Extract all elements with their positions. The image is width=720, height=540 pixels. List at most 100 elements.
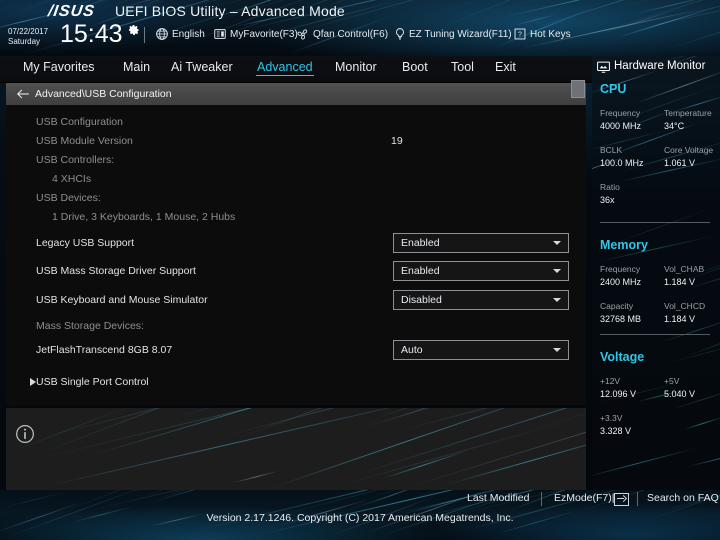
hw-reading-label: +5V bbox=[664, 376, 680, 386]
scrollbar-track[interactable] bbox=[571, 105, 584, 405]
title-bar: /ISUS UEFI BIOS Utility – Advanced Mode … bbox=[0, 0, 720, 56]
tab-tool[interactable]: Tool bbox=[450, 60, 475, 74]
hw-reading-value: 5.040 V bbox=[664, 389, 696, 399]
hw-reading-value: 3.328 V bbox=[600, 426, 632, 436]
hw-reading-value: 2400 MHz bbox=[600, 277, 642, 287]
qfan-control-button-label[interactable]: Qfan Control(F6) bbox=[313, 29, 388, 40]
hw-reading-label: Ratio bbox=[600, 182, 620, 192]
hw-reading-label: BCLK bbox=[600, 145, 623, 155]
footer-bar: Last Modified EzMode(F7)| Search on FAQ … bbox=[0, 490, 720, 540]
globe-icon[interactable] bbox=[155, 27, 169, 41]
setting-row[interactable]: JetFlashTranscend 8GB 8.07 Auto bbox=[6, 336, 586, 364]
tab-advanced[interactable]: Advanced bbox=[256, 60, 314, 76]
hw-reading-label: +3.3V bbox=[600, 413, 623, 423]
info-row: 1 Drive, 3 Keyboards, 1 Mouse, 2 Hubs bbox=[6, 203, 586, 231]
asus-logo: /ISUS bbox=[46, 3, 97, 20]
row-label: USB Single Port Control bbox=[36, 376, 149, 388]
row-label: USB Keyboard and Mouse Simulator bbox=[36, 294, 208, 306]
dropdown-value: Auto bbox=[401, 344, 423, 356]
ezmode-button[interactable]: EzMode(F7)| bbox=[554, 492, 615, 504]
question-box-icon[interactable]: ? bbox=[513, 27, 527, 41]
hw-reading-label: Temperature bbox=[664, 108, 712, 118]
hw-section-title: Voltage bbox=[600, 350, 645, 364]
back-arrow-icon[interactable] bbox=[16, 88, 30, 100]
hw-reading-value: 100.0 MHz bbox=[600, 158, 644, 168]
dropdown-value: Enabled bbox=[401, 265, 440, 277]
breadcrumb[interactable]: Advanced\USB Configuration bbox=[6, 83, 586, 105]
hw-reading-label: Frequency bbox=[600, 264, 641, 274]
settings-panel: USB Configuration USB Module Version 19 USB… bbox=[6, 105, 586, 405]
chevron-down-icon[interactable] bbox=[553, 241, 561, 245]
setting-row[interactable]: USB Keyboard and Mouse Simulator Disabled bbox=[6, 286, 586, 314]
info-decoration bbox=[6, 408, 586, 490]
hw-reading-value: 1.061 V bbox=[664, 158, 696, 168]
exit-arrow-icon[interactable] bbox=[614, 493, 629, 506]
footer-divider-2 bbox=[637, 492, 638, 506]
clock-display: 15:43 bbox=[60, 20, 123, 48]
tab-monitor[interactable]: Monitor bbox=[334, 60, 378, 74]
breadcrumb-path: Advanced\USB Configuration bbox=[35, 88, 172, 100]
hardware-monitor-panel: Hardware Monitor CPU Frequency 4000 MHz Tem… bbox=[592, 56, 720, 490]
chevron-down-icon[interactable] bbox=[553, 348, 561, 352]
monitor-icon bbox=[597, 61, 610, 73]
dropdown[interactable]: Disabled bbox=[393, 290, 569, 310]
hw-divider bbox=[600, 334, 710, 335]
chevron-down-icon[interactable] bbox=[553, 269, 561, 273]
dropdown[interactable]: Enabled bbox=[393, 233, 569, 253]
hw-reading-value: 1.184 V bbox=[664, 314, 696, 324]
help-info-strip bbox=[6, 408, 586, 490]
scrollbar-thumb[interactable] bbox=[571, 80, 585, 98]
hw-section-title: CPU bbox=[600, 82, 627, 96]
search-on-faq-button[interactable]: Search on FAQ bbox=[647, 492, 719, 504]
row-label: JetFlashTranscend 8GB 8.07 bbox=[36, 344, 173, 356]
submenu-row[interactable]: USB Single Port Control bbox=[6, 368, 586, 396]
row-label: Legacy USB Support bbox=[36, 237, 135, 249]
ez-tuning-wizard-button-label[interactable]: EZ Tuning Wizard(F11) bbox=[409, 29, 512, 40]
hw-reading-label: Capacity bbox=[600, 301, 634, 311]
hw-reading-label: +12V bbox=[600, 376, 621, 386]
hardware-monitor-title: Hardware Monitor bbox=[614, 60, 706, 72]
row-label: Mass Storage Devices: bbox=[36, 320, 144, 332]
fan-icon[interactable] bbox=[296, 27, 310, 41]
date-value: 07/22/2017 bbox=[8, 27, 49, 36]
hw-section-title: Memory bbox=[600, 238, 648, 252]
bios-screen: /ISUS UEFI BIOS Utility – Advanced Mode … bbox=[0, 0, 720, 540]
row-label: USB Mass Storage Driver Support bbox=[36, 265, 196, 277]
setting-row[interactable]: USB Mass Storage Driver Support Enabled bbox=[6, 257, 586, 285]
bulb-icon[interactable] bbox=[393, 27, 407, 41]
svg-text:?: ? bbox=[518, 32, 522, 39]
hw-reading-value: 34°C bbox=[664, 121, 685, 131]
setting-row[interactable]: Legacy USB Support Enabled bbox=[6, 229, 586, 257]
header-divider bbox=[144, 27, 145, 43]
list-icon[interactable] bbox=[213, 27, 227, 41]
tab-main[interactable]: Main bbox=[122, 60, 151, 74]
hw-reading-label: Vol_CHCD bbox=[664, 301, 706, 311]
hot-keys-button-label[interactable]: Hot Keys bbox=[530, 29, 571, 40]
hw-reading-label: Frequency bbox=[600, 108, 641, 118]
dropdown[interactable]: Auto bbox=[393, 340, 569, 360]
hw-reading-value: 12.096 V bbox=[600, 389, 637, 399]
myfavorite-button-label[interactable]: MyFavorite(F3) bbox=[230, 29, 298, 40]
date-display: 07/22/2017 Saturday bbox=[8, 27, 48, 47]
tab-boot[interactable]: Boot bbox=[401, 60, 429, 74]
app-title: UEFI BIOS Utility – Advanced Mode bbox=[115, 3, 345, 19]
bios-version-text: Version 2.17.1246. Copyright (C) 2017 Am… bbox=[206, 512, 514, 524]
chevron-down-icon[interactable] bbox=[553, 298, 561, 302]
info-icon[interactable] bbox=[15, 424, 35, 444]
hw-reading-value: 32768 MB bbox=[600, 314, 642, 324]
last-modified-button[interactable]: Last Modified bbox=[467, 492, 529, 504]
tab-ai-tweaker[interactable]: Ai Tweaker bbox=[170, 60, 234, 74]
hw-divider bbox=[600, 222, 710, 223]
dropdown[interactable]: Enabled bbox=[393, 261, 569, 281]
hw-reading-value: 1.184 V bbox=[664, 277, 696, 287]
weekday-value: Saturday bbox=[8, 37, 41, 46]
dropdown-value: Disabled bbox=[401, 294, 442, 306]
footer-divider-1 bbox=[541, 492, 542, 506]
hw-reading-value: 4000 MHz bbox=[600, 121, 642, 131]
tab-my-favorites[interactable]: My Favorites bbox=[22, 60, 96, 74]
row-label: 1 Drive, 3 Keyboards, 1 Mouse, 2 Hubs bbox=[52, 211, 236, 223]
tab-exit[interactable]: Exit bbox=[494, 60, 517, 74]
dropdown-value: Enabled bbox=[401, 237, 440, 249]
gear-icon[interactable] bbox=[128, 24, 140, 36]
language-selector-label[interactable]: English bbox=[172, 29, 205, 40]
